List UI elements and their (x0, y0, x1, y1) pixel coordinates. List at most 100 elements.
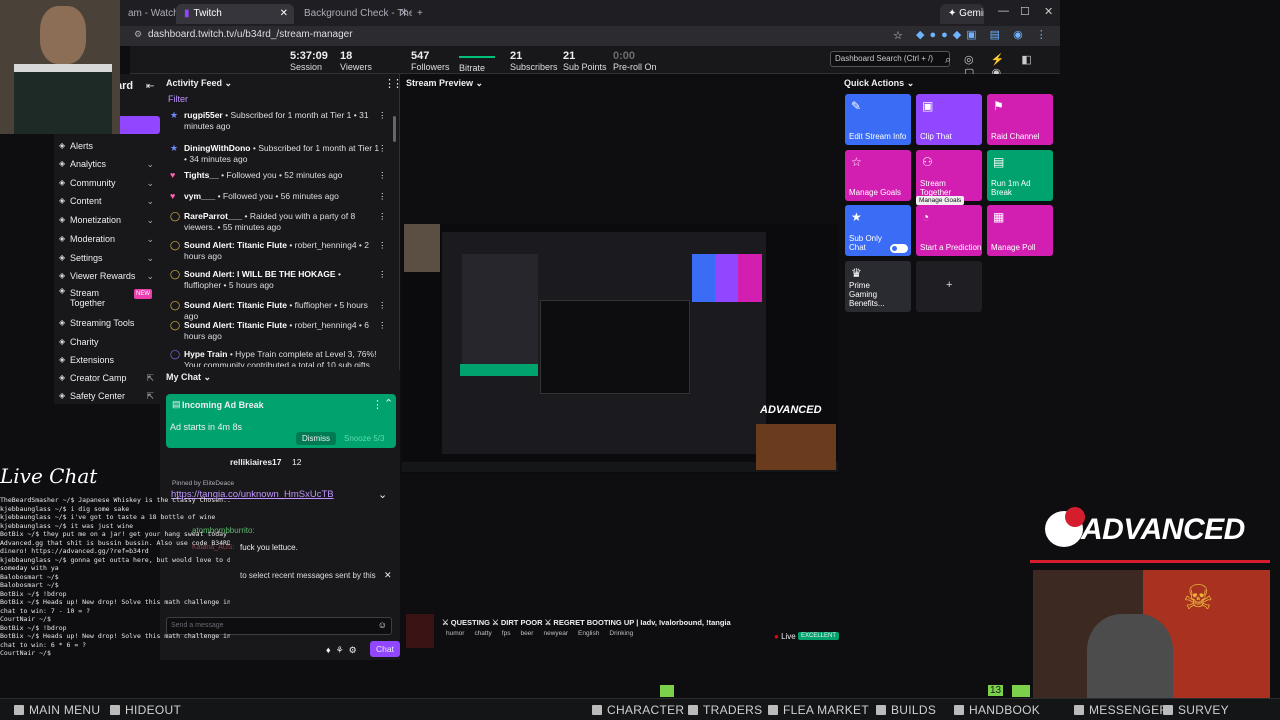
quick-action-manage-goals[interactable]: ☆ Manage Goals (845, 150, 911, 201)
activity-feed-title[interactable]: Activity Feed ⌄ (166, 78, 232, 89)
sidebar-item-extensions[interactable]: ◈ Extensions (58, 352, 158, 368)
my-chat-title[interactable]: My Chat ⌄ (166, 372, 211, 383)
scrollbar[interactable] (393, 116, 396, 142)
browser-tab[interactable]: am - Watch (120, 4, 176, 24)
panel-menu-icon[interactable]: ⋮ (392, 77, 403, 90)
sidebar-item-analytics[interactable]: ◈ Analytics ⌄ (58, 156, 158, 172)
game-menu-traders[interactable]: TRADERS (688, 703, 762, 717)
quick-action-edit-stream-info[interactable]: ✎ Edit Stream Info (845, 94, 911, 145)
activity-item[interactable]: ★ DiningWithDono • Subscribed for 1 month… (170, 143, 387, 165)
activity-item[interactable]: ◯ Sound Alert: Titanic Flute • fluffiophe… (170, 300, 387, 322)
more-icon[interactable]: ⋮ (378, 110, 387, 121)
stream-tag[interactable]: fps (502, 630, 511, 637)
new-tab-button[interactable]: + (414, 4, 430, 24)
game-menu-handbook[interactable]: HANDBOOK (954, 703, 1040, 717)
game-menu-main-menu[interactable]: MAIN MENU (14, 703, 100, 717)
sidebar-item-moderation[interactable]: ◈ Moderation ⌄ (58, 231, 158, 247)
close-icon[interactable]: ✕ (280, 4, 288, 24)
quick-action-clip-that[interactable]: ▣ Clip That (916, 94, 982, 145)
sidebar-item-charity[interactable]: ◈ Charity (58, 334, 158, 350)
quick-action-prime-gaming-benefits[interactable]: ♛ Prime Gaming Benefits... (845, 261, 911, 312)
activity-item[interactable]: ◯ Hype Train • Hype Train complete at Lev… (170, 349, 380, 367)
more-icon[interactable]: ⋮ (378, 320, 387, 331)
dashboard-search-input[interactable]: Dashboard Search (Ctrl + /) (830, 51, 950, 67)
stream-tag[interactable]: newyear (543, 630, 568, 637)
quick-action-manage-poll[interactable]: ▦ Manage Poll (987, 205, 1053, 256)
activity-user[interactable]: Hype Train (184, 349, 227, 359)
activity-user[interactable]: rugpi55er (184, 110, 223, 120)
more-icon[interactable]: ⋮ (378, 143, 387, 154)
extensions-icons[interactable]: ◆●●◆▣ ▤ ◉ ⋮ (916, 28, 1052, 41)
activity-item[interactable]: ◯ Sound Alert: Titanic Flute • robert_hen… (170, 320, 387, 342)
stream-video-preview[interactable]: ADVANCED (402, 224, 838, 474)
game-menu-flea-market[interactable]: FLEA MARKET (768, 703, 869, 717)
activity-user[interactable]: DiningWithDono (184, 143, 251, 153)
activity-user[interactable]: vym___ (184, 191, 215, 201)
search-icon[interactable]: ⌕ (945, 54, 951, 67)
activity-user[interactable]: Sound Alert: I WILL BE THE HOKAGE (184, 269, 336, 279)
quick-actions-title[interactable]: Quick Actions ⌄ (844, 78, 914, 89)
sidebar-item-safety-center[interactable]: ◈ Safety Center ⇱ (58, 388, 158, 404)
stream-tag[interactable]: English (578, 630, 599, 637)
more-icon[interactable]: ⋮ (378, 300, 387, 311)
maximize-icon[interactable]: ☐ (1020, 5, 1030, 18)
activity-item[interactable]: ★ rugpi55er • Subscribed for 1 month at T… (170, 110, 387, 132)
chat-button[interactable]: Chat (370, 641, 400, 657)
snooze-button[interactable]: Snooze 5/3 (340, 432, 388, 445)
activity-item[interactable]: ◯ RareParrot___ • Raided you with a party… (170, 211, 387, 233)
sidebar-item-monetization[interactable]: ◈ Monetization ⌄ (58, 212, 158, 228)
stream-tag[interactable]: humor (446, 630, 464, 637)
game-menu-survey[interactable]: SURVEY (1163, 703, 1229, 717)
activity-user[interactable]: Sound Alert: Titanic Flute (184, 240, 287, 250)
more-icon[interactable]: ⋮ (372, 398, 383, 411)
more-icon[interactable]: ⋮ (378, 170, 387, 181)
browser-tab-active[interactable]: ▮ Twitch ✕ (176, 4, 294, 24)
minimize-icon[interactable]: — (998, 5, 1009, 17)
activity-user[interactable]: Sound Alert: Titanic Flute (184, 320, 287, 330)
close-icon[interactable]: ✕ (384, 570, 392, 581)
activity-item[interactable]: ♥ Tights__ • Followed you • 52 minutes ag… (170, 170, 387, 181)
quick-action-run-1m-ad-break[interactable]: ▤ Run 1m Ad Break (987, 150, 1053, 201)
more-icon[interactable]: ⋮ (378, 211, 387, 222)
bookmark-star-icon[interactable]: ☆ (893, 29, 903, 42)
collapse-chevron-icon[interactable]: ⌃ (384, 397, 393, 410)
filter-link[interactable]: Filter (168, 94, 188, 104)
sidebar-item-content[interactable]: ◈ Content ⌄ (58, 193, 158, 209)
sidebar-item-stream-together[interactable]: ◈ Stream Together NEW (58, 286, 152, 310)
sidebar-item-creator-camp[interactable]: ◈ Creator Camp ⇱ (58, 370, 158, 386)
sidebar-item-community[interactable]: ◈ Community ⌄ (58, 175, 158, 191)
stream-tag[interactable]: chatty (474, 630, 491, 637)
more-icon[interactable]: ⋮ (378, 191, 387, 202)
sidebar-item-streaming-tools[interactable]: ◈ Streaming Tools (58, 315, 158, 331)
dismiss-button[interactable]: Dismiss (296, 432, 336, 445)
sidebar-item-settings[interactable]: ◈ Settings ⌄ (58, 250, 158, 266)
activity-user[interactable]: Tights__ (184, 170, 219, 180)
quick-action-add[interactable]: + (916, 261, 982, 312)
browser-tab[interactable]: Background Check - The Offici✕ (296, 4, 412, 24)
chatter-name[interactable]: rellikiaires17 (230, 457, 282, 467)
url-field[interactable]: dashboard.twitch.tv/u/b34rd_/stream-mana… (148, 29, 353, 40)
close-icon[interactable]: ✕ (400, 4, 408, 24)
game-menu-builds[interactable]: BUILDS (876, 703, 936, 717)
stream-tag[interactable]: beer (520, 630, 533, 637)
more-icon[interactable]: ⋮ (378, 349, 380, 360)
activity-item[interactable]: ♥ vym___ • Followed you • 56 minutes ago ⋮ (170, 191, 387, 202)
more-icon[interactable]: ⋮ (378, 240, 387, 251)
more-icon[interactable]: ⋮ (378, 269, 387, 280)
activity-item[interactable]: ◯ Sound Alert: Titanic Flute • robert_hen… (170, 240, 387, 262)
sub-only-toggle[interactable] (890, 244, 908, 253)
stream-tag[interactable]: Drinking (609, 630, 633, 637)
sidebar-item-alerts[interactable]: ◈ Alerts (58, 138, 158, 154)
activity-user[interactable]: RareParrot___ (184, 211, 242, 221)
activity-user[interactable]: Sound Alert: Titanic Flute (184, 300, 287, 310)
stream-preview-title[interactable]: Stream Preview ⌄ (406, 78, 483, 89)
gemini-button[interactable]: ✦ Gemini (940, 4, 984, 24)
game-menu-messenger[interactable]: MESSENGER (1074, 703, 1168, 717)
close-window-icon[interactable]: ✕ (1044, 5, 1053, 18)
game-menu-character[interactable]: CHARACTER (592, 703, 684, 717)
quick-action-start-a-prediction[interactable]: ◔ Start a Prediction (916, 205, 982, 256)
expand-chevron-icon[interactable]: ⌄ (378, 488, 387, 501)
emote-picker-icon[interactable]: ☺ (378, 620, 387, 630)
game-menu-hideout[interactable]: HIDEOUT (110, 703, 181, 717)
site-info-icon[interactable]: ⚙ (134, 29, 142, 40)
